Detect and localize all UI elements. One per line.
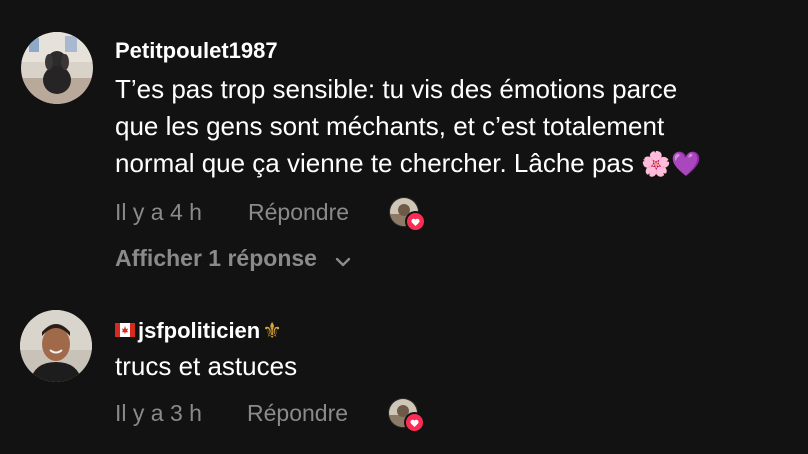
creator-liked-badge bbox=[388, 398, 425, 433]
timestamp: Il y a 4 h bbox=[115, 199, 202, 225]
heart-icon bbox=[404, 412, 425, 433]
creator-liked-badge bbox=[389, 197, 426, 232]
comment-text-line-text: normal que ça vienne te chercher. Lâche … bbox=[115, 148, 642, 178]
avatar[interactable] bbox=[20, 310, 92, 382]
heart-icon bbox=[405, 211, 426, 232]
chevron-down-icon bbox=[335, 246, 351, 273]
comment-item: jsfpoliticien⚜ trucs et astuces Il y a 3… bbox=[0, 290, 808, 454]
comment-text-line: T’es pas trop sensible: tu vis des émoti… bbox=[115, 74, 678, 104]
username[interactable]: jsfpoliticien⚜ bbox=[115, 318, 282, 344]
show-replies-label: Afficher 1 réponse bbox=[115, 245, 317, 271]
comment-text: trucs et astuces bbox=[115, 351, 298, 381]
reply-button[interactable]: Répondre bbox=[247, 400, 348, 427]
timestamp: Il y a 3 h bbox=[115, 400, 202, 426]
dog-avatar-icon bbox=[21, 32, 93, 104]
comment-item: Petitpoulet1987 T’es pas trop sensible: … bbox=[0, 0, 808, 290]
reply-button[interactable]: Répondre bbox=[248, 199, 349, 226]
comment-text: T’es pas trop sensible: tu vis des émoti… bbox=[115, 71, 795, 183]
comment-text-line: que les gens sont méchants, et c’est tot… bbox=[115, 111, 665, 141]
comment-text-line: normal que ça vienne te chercher. Lâche … bbox=[115, 145, 795, 183]
canada-flag-icon bbox=[115, 323, 135, 338]
username[interactable]: Petitpoulet1987 bbox=[115, 38, 278, 64]
flower-heart-emoji-icon: 🌸💜 bbox=[641, 150, 701, 178]
show-replies-button[interactable]: Afficher 1 réponse bbox=[115, 245, 351, 273]
avatar[interactable] bbox=[21, 32, 93, 104]
fleur-de-lis-icon: ⚜ bbox=[262, 318, 282, 343]
username-text: jsfpoliticien bbox=[138, 318, 261, 343]
person-avatar-icon bbox=[20, 310, 92, 382]
